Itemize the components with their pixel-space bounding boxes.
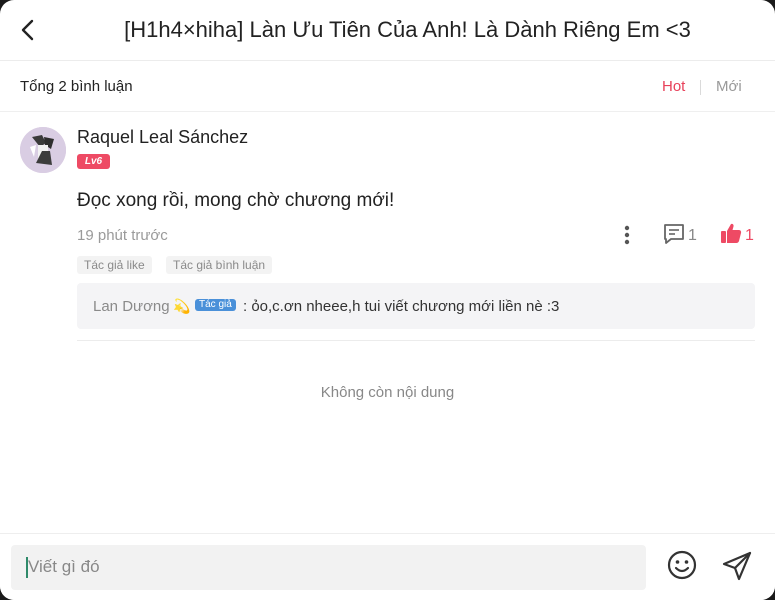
comment-divider xyxy=(77,340,755,341)
chevron-left-icon[interactable] xyxy=(14,16,42,44)
sort-new-tab[interactable]: Mới xyxy=(716,78,742,95)
like-count: 1 xyxy=(745,227,754,244)
reply-count: 1 xyxy=(688,227,697,244)
reply-button[interactable] xyxy=(662,222,704,248)
comments-screen: [H1h4×hiha] Làn Ưu Tiên Của Anh! Là Dành… xyxy=(0,0,775,600)
input-placeholder: Viết gì đó xyxy=(28,557,100,576)
tag-author-liked: Tác giả like xyxy=(77,256,152,274)
end-of-content-label: Không còn nội dung xyxy=(320,384,455,401)
send-icon[interactable] xyxy=(720,549,754,583)
level-badge: Lv6 xyxy=(77,154,110,169)
header: [H1h4×hiha] Làn Ưu Tiên Của Anh! Là Dành… xyxy=(0,0,775,61)
sparkle-emoji-icon: 💫 xyxy=(173,298,191,314)
tag-author-commented: Tác giả bình luận xyxy=(166,256,273,274)
thumbs-up-icon xyxy=(721,223,742,243)
sort-divider xyxy=(700,80,701,95)
comment-input-bar: Viết gì đó xyxy=(0,533,775,600)
smiley-icon[interactable] xyxy=(666,549,698,581)
author-badge: Tác giả xyxy=(195,299,236,311)
avatar[interactable] xyxy=(20,127,66,173)
comment-input[interactable]: Viết gì đó xyxy=(11,545,646,590)
reply-preview[interactable]: Lan Dương 💫 Tác giả : ỏo,c.ơn nheee,h tu… xyxy=(77,283,755,329)
reply-author: Lan Dương xyxy=(93,298,170,315)
like-button[interactable] xyxy=(719,221,767,249)
page-title: [H1h4×hiha] Làn Ưu Tiên Của Anh! Là Dành… xyxy=(124,17,691,42)
comment-bubble-icon xyxy=(664,224,684,244)
sort-hot-tab[interactable]: Hot xyxy=(662,78,685,95)
avatar-image xyxy=(20,127,66,173)
comment-total: Tổng 2 bình luận xyxy=(20,78,133,95)
comment-time: 19 phút trước xyxy=(77,227,168,244)
comment-username[interactable]: Raquel Leal Sánchez xyxy=(77,127,248,148)
reply-text: : ỏo,c.ơn nheee,h tui viết chương mới li… xyxy=(243,298,560,315)
more-options-icon[interactable] xyxy=(617,223,637,247)
comment-summary-bar: Tổng 2 bình luận Hot Mới xyxy=(0,61,775,112)
comment-text: Đọc xong rồi, mong chờ chương mới! xyxy=(77,190,395,211)
